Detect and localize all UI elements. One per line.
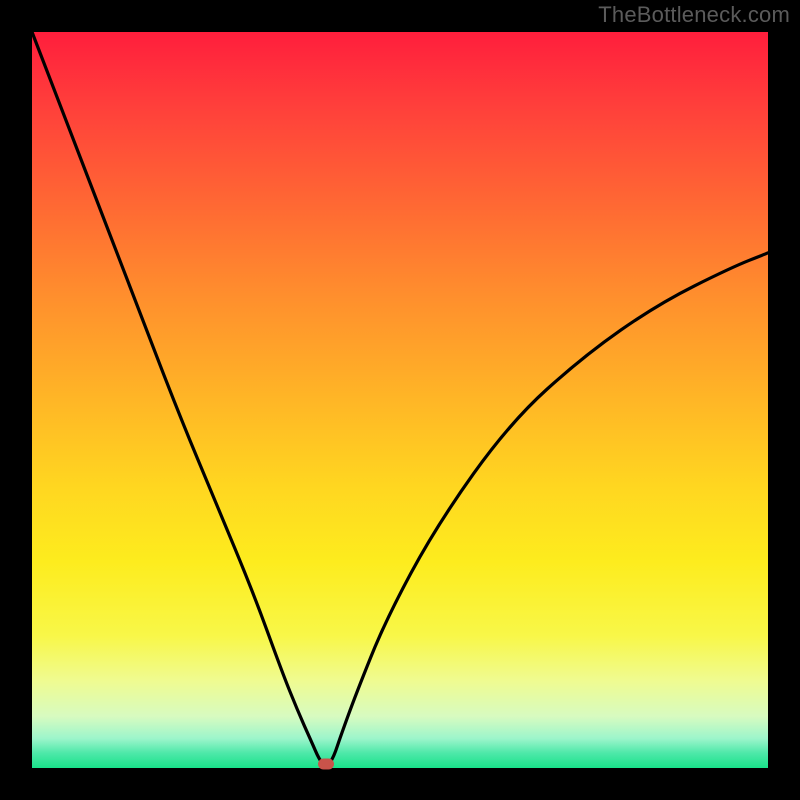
plot-area <box>32 32 768 768</box>
watermark-text: TheBottleneck.com <box>598 2 790 28</box>
min-marker <box>318 759 334 770</box>
chart-frame: TheBottleneck.com <box>0 0 800 800</box>
bottleneck-curve <box>32 32 768 766</box>
curve-svg <box>32 32 768 768</box>
